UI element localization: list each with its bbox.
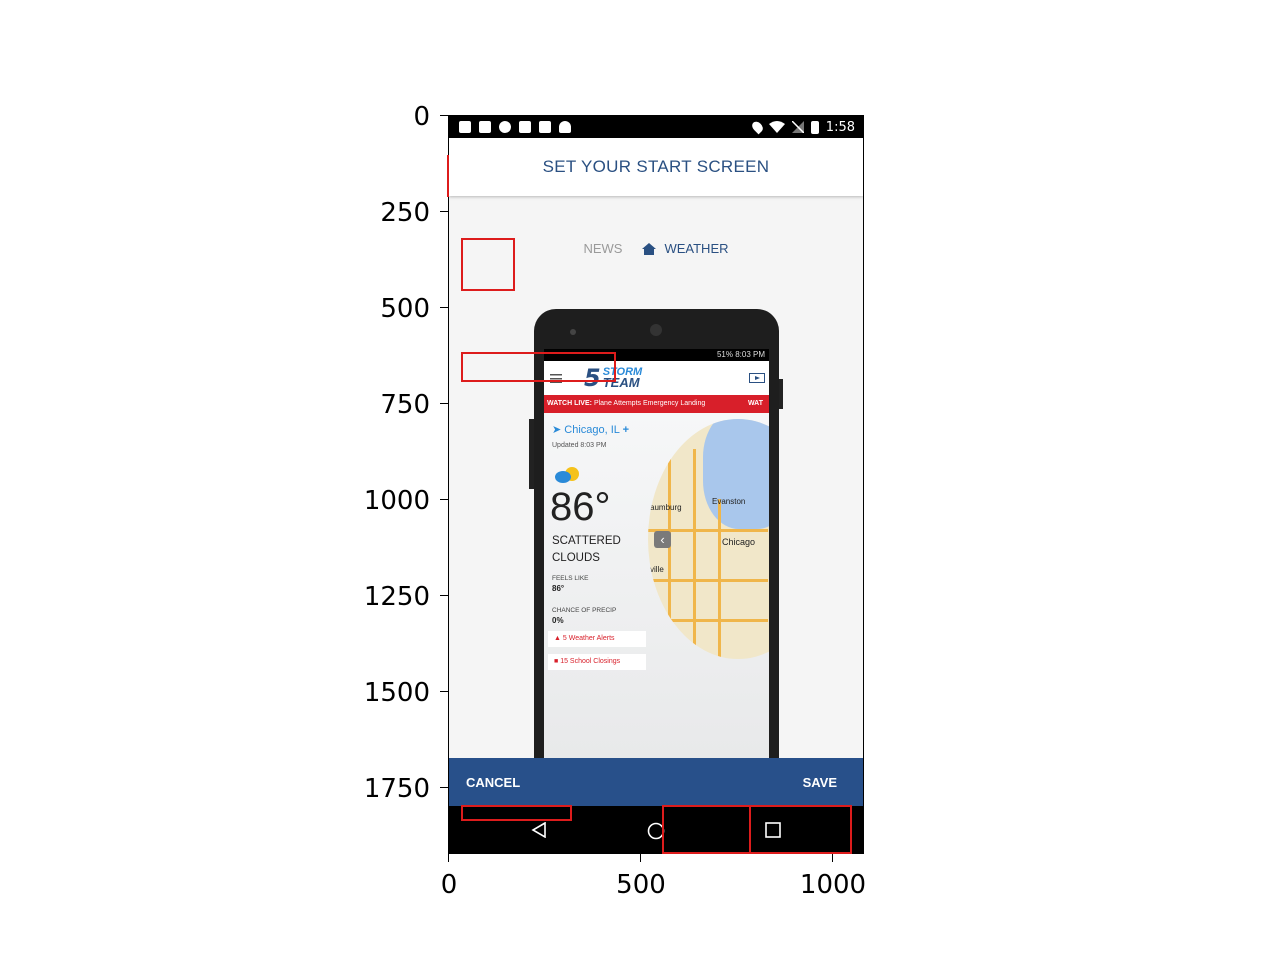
wifi-icon (768, 121, 785, 133)
facebook-icon (459, 121, 471, 133)
tv-icon (749, 373, 765, 383)
lake-shape (703, 419, 769, 529)
feels-like-label: FEELS LIKE (552, 575, 589, 582)
y-tick-label: 0 (413, 102, 430, 132)
y-tick-label: 750 (380, 390, 430, 420)
preview-weather-body: Evanston Chicago aumburg ville ‹ ➤ Chica… (544, 413, 769, 759)
title-bar: SET YOUR START SCREEN (449, 138, 863, 196)
live-banner: WATCH LIVE: Plane Attempts Emergency Lan… (544, 395, 769, 413)
map-label: aumburg (650, 503, 682, 512)
y-tick-label: 250 (380, 198, 430, 228)
feels-like-value: 86° (552, 584, 565, 593)
y-tick-mark (440, 787, 448, 788)
y-tick-mark (440, 595, 448, 596)
weather-option[interactable]: WEATHER (642, 241, 729, 256)
y-tick-label: 500 (380, 294, 430, 324)
annotation-box (447, 155, 449, 197)
annotation-box (461, 352, 616, 382)
current-temperature: 86° (550, 485, 611, 529)
cancel-button[interactable]: CANCEL (466, 775, 520, 790)
partly-cloudy-icon (555, 467, 579, 483)
status-time: 1:58 (825, 119, 855, 135)
home-icon (642, 242, 657, 255)
updated-time: Updated 8:03 PM (552, 442, 607, 449)
no-signal-icon (791, 121, 804, 133)
y-tick-mark (440, 115, 448, 116)
y-tick-mark (440, 499, 448, 500)
y-tick-mark (440, 403, 448, 404)
phone-camera (650, 324, 662, 336)
status-bar: 1:58 (449, 116, 863, 138)
school-closings-card[interactable]: ■ 15 School Closings (548, 654, 646, 670)
lock-icon (539, 121, 551, 133)
info-icon (499, 121, 511, 133)
phone-sensor (570, 329, 576, 335)
phone-side-button (529, 419, 534, 489)
map-label: Evanston (712, 497, 746, 506)
news-option[interactable]: NEWS (583, 241, 622, 256)
add-location-icon[interactable]: + (623, 424, 629, 436)
y-tick-label: 1000 (363, 486, 430, 516)
annotation-box (461, 238, 515, 291)
preview-screen: 51% 8:03 PM 5 STORM TEAM WATCH LIVE: Pla… (544, 349, 769, 759)
device-screen: 1:58 SET YOUR START SCREEN NEWS WEATHER … (448, 115, 864, 854)
precip-label: CHANCE OF PRECIP (552, 607, 617, 614)
y-tick-mark (440, 307, 448, 308)
condition-line-1: SCATTERED (552, 535, 621, 547)
x-tick-mark (448, 854, 449, 862)
x-tick-label: 500 (616, 870, 666, 900)
y-tick-mark (440, 211, 448, 212)
annotation-box (662, 805, 751, 854)
x-tick-mark (640, 854, 641, 862)
weather-option-label: WEATHER (664, 241, 729, 256)
y-tick-mark (440, 691, 448, 692)
y-tick-label: 1250 (363, 582, 430, 612)
phone-side-button (779, 379, 783, 409)
x-tick-mark (832, 854, 833, 862)
x-tick-label: 1000 (799, 870, 867, 900)
condition-line-2: CLOUDS (552, 552, 600, 564)
map-label: ville (650, 565, 664, 574)
warning-icon: ▲ (554, 635, 561, 642)
weather-alerts-card[interactable]: ▲ 5 Weather Alerts (548, 631, 646, 647)
map-label: Chicago (722, 537, 756, 547)
android-icon (559, 121, 571, 133)
navigation-arrow-icon: ➤ (552, 424, 562, 436)
tools-icon (519, 121, 531, 133)
location-label[interactable]: ➤ Chicago, IL + (552, 423, 629, 436)
save-button[interactable]: SAVE (803, 775, 837, 790)
y-tick-label: 1500 (363, 678, 430, 708)
battery-icon (810, 120, 819, 134)
location-icon (749, 119, 765, 135)
bus-icon: ■ (554, 658, 559, 665)
facebook-icon (479, 121, 491, 133)
x-tick-label: 0 (440, 870, 458, 900)
back-icon[interactable] (531, 822, 547, 838)
y-tick-label: 1750 (363, 774, 430, 804)
map-collapse-button[interactable]: ‹ (654, 531, 671, 548)
action-bar: CANCEL SAVE (449, 758, 863, 806)
page-title: SET YOUR START SCREEN (542, 157, 770, 176)
annotation-box (461, 805, 572, 821)
precip-value: 0% (552, 616, 564, 625)
annotation-box (749, 805, 852, 854)
